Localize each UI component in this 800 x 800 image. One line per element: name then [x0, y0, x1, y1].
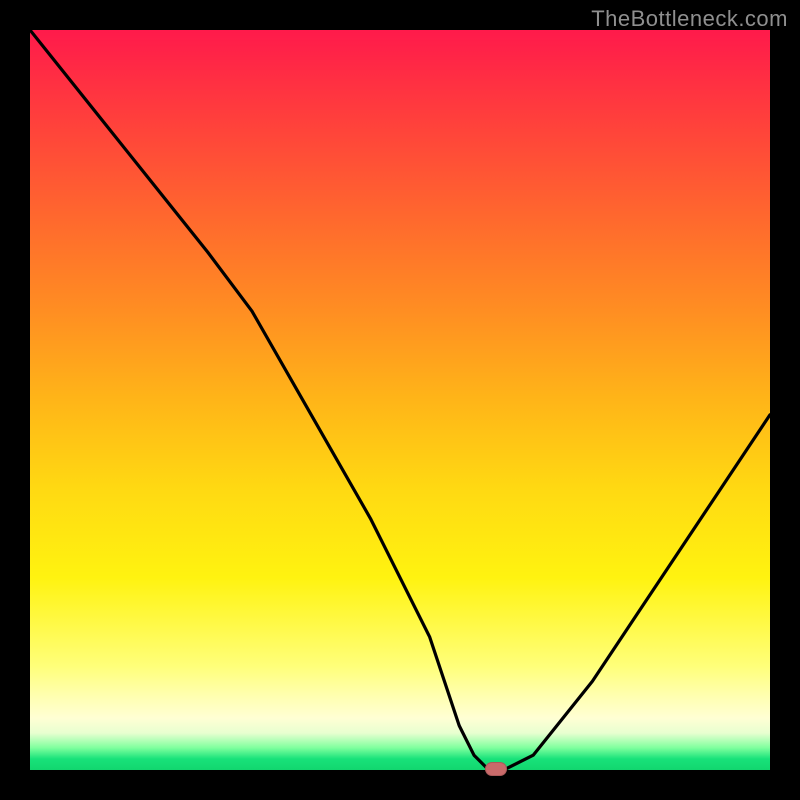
bottleneck-curve — [30, 30, 770, 770]
plot-area — [30, 30, 770, 770]
chart-container: TheBottleneck.com — [0, 0, 800, 800]
optimal-point-marker — [485, 762, 507, 776]
watermark-text: TheBottleneck.com — [591, 6, 788, 32]
